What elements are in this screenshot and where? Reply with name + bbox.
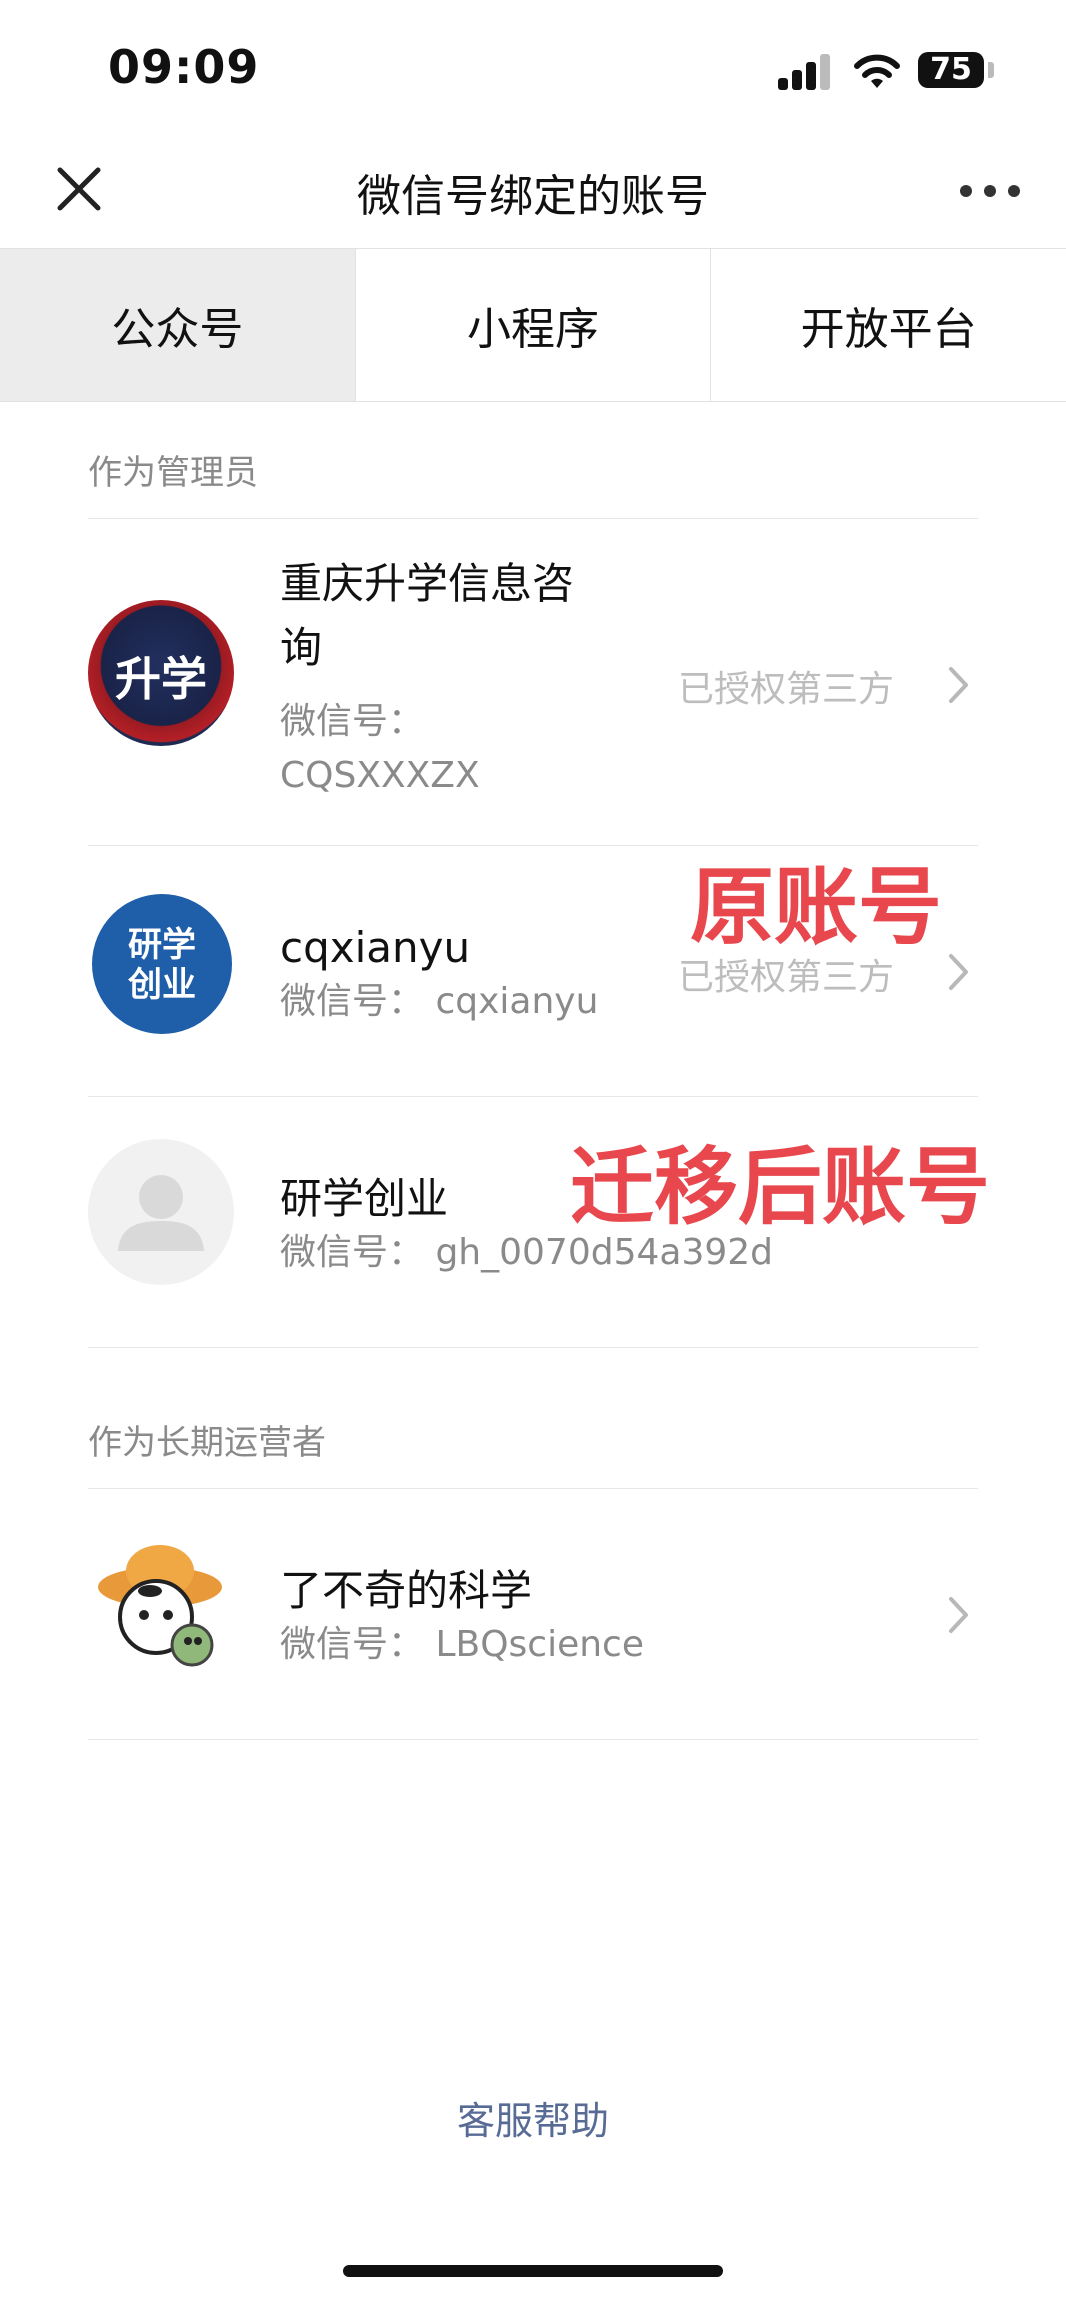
tab-bar: 公众号 小程序 开放平台 — [0, 248, 1066, 402]
annotation-migrated-account: 迁移后账号 — [570, 1138, 991, 1236]
battery-tip — [988, 62, 994, 78]
section-label-admin: 作为管理员 — [88, 453, 258, 493]
authorization-status: 已授权第三方 — [678, 669, 895, 710]
account-name: 了不奇的科学 — [280, 1566, 533, 1615]
section-label-operator: 作为长期运营者 — [88, 1423, 326, 1463]
wifi-icon — [854, 54, 900, 88]
avatar-text-top: 研学 — [128, 925, 196, 965]
account-wechat-id: 微信号： LBQscience — [280, 1624, 644, 1665]
navigation-bar: 微信号绑定的账号 — [0, 130, 1066, 250]
account-wechat-id-label: 微信号： — [280, 701, 425, 742]
more-options-icon[interactable] — [960, 185, 1020, 201]
avatar-text-bottom: 创业 — [127, 965, 196, 1005]
avatar-text: 升学 — [115, 652, 207, 706]
account-row-lbqscience[interactable]: 了不奇的科学 微信号： LBQscience — [0, 1489, 1066, 1739]
account-row-cqsxxxzx[interactable]: 升学 重庆升学信息咨 询 微信号： CQSXXXZX 已授权第三方 — [0, 520, 1066, 845]
divider — [88, 518, 978, 519]
account-avatar: 研学 创业 — [92, 894, 232, 1034]
page-title: 微信号绑定的账号 — [357, 171, 709, 222]
account-name: 重庆升学信息咨 — [280, 559, 575, 608]
annotation-original-account: 原账号 — [690, 858, 943, 956]
battery-icon: 75 — [918, 52, 984, 88]
tab-open-platform[interactable]: 开放平台 — [711, 249, 1066, 401]
divider — [88, 1739, 978, 1740]
account-name-line2: 询 — [280, 623, 323, 672]
chevron-right-icon — [949, 1597, 968, 1633]
chevron-right-icon — [949, 954, 968, 990]
account-wechat-id: 微信号： cqxianyu — [280, 981, 599, 1022]
status-bar: 09:09 75 — [0, 0, 1066, 130]
default-avatar — [88, 1139, 234, 1285]
customer-service-help-link[interactable]: 客服帮助 — [0, 2090, 1066, 2145]
tab-official-accounts[interactable]: 公众号 — [0, 249, 356, 401]
home-indicator[interactable] — [343, 2265, 723, 2277]
tab-mini-programs[interactable]: 小程序 — [356, 249, 712, 401]
account-name: cqxianyu — [280, 923, 471, 972]
chevron-right-icon — [949, 667, 968, 703]
account-avatar — [88, 1535, 234, 1681]
user-placeholder-icon — [118, 1175, 204, 1251]
account-wechat-id: CQSXXXZX — [280, 755, 480, 796]
cellular-signal-icon — [778, 54, 838, 90]
account-avatar: 升学 — [88, 600, 234, 746]
divider — [88, 1347, 978, 1348]
status-time: 09:09 — [108, 40, 260, 94]
account-name: 研学创业 — [280, 1174, 449, 1223]
